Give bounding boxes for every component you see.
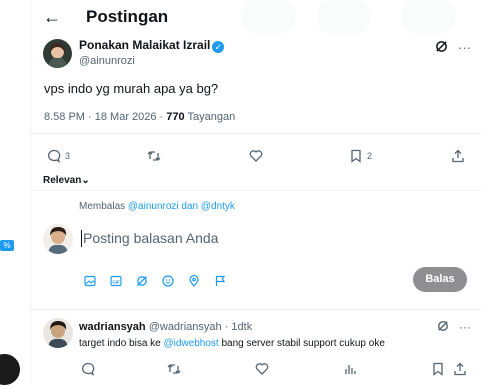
grok-icon[interactable]	[435, 40, 448, 56]
image-icon[interactable]	[83, 274, 96, 287]
verified-icon: ✓	[212, 41, 225, 53]
share-icon	[452, 149, 464, 163]
back-arrow-icon[interactable]: ←	[41, 6, 63, 28]
repost-action[interactable]	[147, 149, 161, 163]
flag-icon[interactable]	[213, 274, 226, 287]
sort-dropdown[interactable]: Relevan⌄	[43, 175, 90, 186]
heart-icon	[255, 363, 269, 375]
side-avatar[interactable]	[0, 352, 22, 387]
reply-text-after: bang server stabil support cukup oke	[218, 338, 385, 349]
share-action[interactable]	[453, 362, 467, 376]
repost-action[interactable]	[167, 362, 181, 376]
page-header: ← Postingan	[31, 0, 483, 36]
reply-icon	[47, 149, 61, 163]
reply-action[interactable]	[81, 362, 95, 376]
reply-count: 3	[65, 151, 71, 161]
more-icon[interactable]: ···	[459, 320, 471, 335]
replying-to-prefix: Membalas	[79, 201, 128, 212]
sort-label: Relevan	[43, 175, 82, 186]
reply-top-actions: ···	[437, 320, 471, 335]
svg-text:GIF: GIF	[112, 279, 120, 284]
repost-icon	[147, 151, 161, 161]
post-text: vps indo yg murah apa ya bg?	[44, 81, 219, 96]
views-action[interactable]	[343, 362, 357, 376]
like-action[interactable]	[255, 362, 269, 376]
heart-icon	[249, 150, 263, 162]
header-placeholder	[316, 0, 371, 34]
author-name[interactable]: Ponakan Malaikat Izrail	[79, 38, 210, 52]
analytics-icon	[345, 365, 356, 374]
reply-text-before: target indo bisa ke	[79, 338, 164, 349]
bookmark-icon	[351, 149, 361, 163]
reply-header: wadriansyah @wadriansyah · 1dtk	[79, 321, 252, 333]
avatar[interactable]	[43, 318, 73, 348]
location-icon[interactable]	[187, 274, 200, 287]
page-title: Postingan	[86, 7, 169, 26]
bookmark-count: 2	[367, 151, 373, 161]
more-icon[interactable]: ···	[458, 40, 471, 56]
reply-text: target indo bisa ke @idwebhost bang serv…	[79, 338, 385, 349]
reply-input[interactable]: Posting balasan Anda	[83, 230, 218, 246]
header-placeholder	[401, 0, 456, 34]
bookmark-action[interactable]: 2	[349, 149, 372, 163]
chevron-down-icon: ⌄	[81, 175, 90, 186]
post-meta: 8.58 PM · 18 Mar 2026 · 770 Tayangan	[44, 111, 235, 123]
right-edge	[482, 0, 500, 383]
views-count: 770	[166, 111, 185, 123]
compose-toolbar: GIF	[83, 274, 226, 287]
my-avatar[interactable]	[43, 224, 73, 254]
share-icon	[454, 362, 466, 376]
reply-submit-button[interactable]: Balas	[413, 267, 467, 292]
replying-to: Membalas @ainunrozi dan @dntyk	[79, 201, 235, 212]
reply-icon	[81, 362, 95, 376]
gif-icon[interactable]: GIF	[109, 274, 122, 287]
grok-icon[interactable]	[437, 320, 449, 335]
views-label: Tayangan	[184, 111, 236, 123]
emoji-icon[interactable]	[161, 274, 174, 287]
reply-author-handle[interactable]: @wadriansyah	[149, 321, 222, 333]
bookmark-icon	[433, 362, 443, 376]
like-action[interactable]	[249, 149, 263, 163]
divider	[31, 133, 483, 134]
header-placeholder	[241, 0, 296, 34]
side-badge: %	[0, 240, 14, 251]
reply-action[interactable]: 3	[47, 149, 70, 163]
reply-mention-link[interactable]: @idwebhost	[164, 338, 219, 349]
post-author[interactable]: Ponakan Malaikat Izrail ✓ @ainunrozi	[79, 38, 225, 68]
reply-time[interactable]: · 1dtk	[222, 321, 253, 333]
text-caret	[81, 230, 82, 247]
divider	[31, 309, 483, 310]
author-handle[interactable]: @ainunrozi	[79, 54, 224, 68]
replying-to-mentions[interactable]: @ainunrozi dan @dntyk	[128, 201, 235, 212]
main-column: ← Postingan Ponakan Malaikat Izrail ✓ @ai…	[30, 0, 484, 383]
reply-author-name[interactable]: wadriansyah	[79, 321, 146, 333]
bookmark-action[interactable]	[431, 362, 445, 376]
avatar[interactable]	[43, 39, 72, 68]
left-sidebar-edge: %	[0, 0, 30, 387]
grok-icon[interactable]	[135, 274, 148, 287]
share-action[interactable]	[451, 149, 465, 163]
post-top-actions: ···	[435, 40, 471, 56]
repost-icon	[167, 364, 181, 374]
divider	[31, 190, 483, 191]
post-timestamp[interactable]: 8.58 PM · 18 Mar 2026 ·	[44, 111, 166, 123]
